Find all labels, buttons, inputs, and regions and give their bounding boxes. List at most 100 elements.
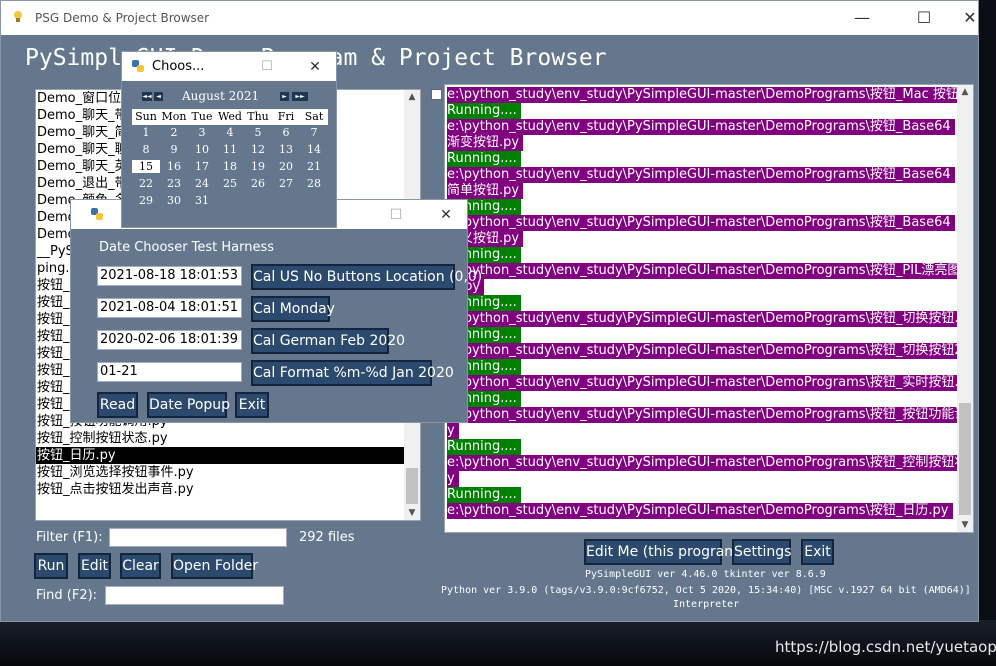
list-item[interactable]: 按钮_控制按钮状态.py — [36, 430, 420, 447]
calendar-day[interactable]: 13 — [272, 143, 300, 156]
calendar-day[interactable]: 19 — [244, 160, 272, 173]
output-scroll-down-icon[interactable]: ▼ — [957, 518, 973, 532]
path-line: 简单按钮.py — [447, 183, 524, 199]
calendar-day[interactable]: 27 — [272, 177, 300, 190]
calendar-day[interactable]: 12 — [244, 143, 272, 156]
close-icon[interactable]: ✕ — [949, 5, 991, 31]
calendar-day[interactable]: 2 — [160, 126, 188, 139]
window-title: PSG Demo & Project Browser — [35, 11, 210, 25]
path-line: e:\python_study\env_study\PySimpleGUI-ma… — [447, 375, 973, 391]
calendar-day[interactable]: 22 — [132, 177, 160, 190]
calendar-maximize-icon[interactable]: ☐ — [252, 54, 282, 80]
next-year-button[interactable]: ►► — [292, 92, 308, 101]
date-field-4[interactable]: 01-21 — [97, 362, 242, 382]
calendar-day[interactable]: 6 — [272, 126, 300, 139]
minimize-icon[interactable]: — — [841, 5, 883, 31]
settings-button[interactable]: Settings — [732, 539, 791, 565]
prev-month-button[interactable]: ◄ — [154, 92, 163, 101]
cal-german-button[interactable]: Cal German Feb 2020 — [251, 328, 405, 354]
edit-button[interactable]: Edit — [78, 553, 111, 579]
cal-format-button[interactable]: Cal Format %m-%d Jan 2020 — [251, 360, 454, 386]
list-item[interactable]: 按钮_日历.py — [36, 447, 420, 464]
path-line: e:\python_study\env_study\PySimpleGUI-ma… — [447, 407, 973, 423]
path-line: e:\python_study\env_study\PySimpleGUI-ma… — [447, 215, 955, 231]
exit-button[interactable]: Exit — [801, 539, 834, 565]
date-field-3[interactable]: 2020-02-06 18:01:39 — [97, 330, 242, 350]
calendar-titlebar: Choos... ☐ ✕ — [122, 52, 336, 81]
calendar-day[interactable]: 25 — [216, 177, 244, 190]
calendar-day[interactable]: 8 — [132, 143, 160, 156]
date-popup-button[interactable]: Date Popup — [147, 392, 230, 418]
calendar-day[interactable]: 26 — [244, 177, 272, 190]
calendar-day[interactable]: 24 — [188, 177, 216, 190]
next-month-button[interactable]: ► — [280, 92, 289, 101]
files-count: 292 files — [299, 530, 355, 545]
find-input[interactable] — [105, 586, 284, 605]
path-line: y — [447, 423, 459, 439]
read-button[interactable]: Read — [97, 392, 138, 418]
date-field-2[interactable]: 2021-08-04 18:01:51 — [97, 298, 242, 318]
calendar-close-icon[interactable]: ✕ — [298, 54, 332, 80]
calendar-day[interactable]: 1 — [132, 126, 160, 139]
calendar-day[interactable]: 7 — [300, 126, 328, 139]
calendar-day[interactable]: 9 — [160, 143, 188, 156]
find-label: Find (F2): — [36, 588, 98, 603]
calendar-day[interactable]: 3 — [188, 126, 216, 139]
version-line-2: Python ver 3.9.0 (tags/v3.9.0:9cf6752, O… — [441, 585, 971, 596]
running-line: Running.... — [447, 487, 521, 503]
path-line: e:\python_study\env_study\PySimpleGUI-ma… — [447, 119, 955, 135]
calendar-day[interactable]: 15 — [132, 160, 160, 173]
output-scroll-up-icon[interactable]: ▲ — [957, 85, 973, 99]
list-item[interactable]: 按钮_点击按钮发出声音.py — [36, 481, 420, 498]
calendar-day[interactable]: 20 — [272, 160, 300, 173]
dialog-heading: Date Chooser Test Harness — [99, 240, 275, 255]
calendar-day[interactable]: 16 — [160, 160, 188, 173]
calendar-day[interactable]: 18 — [216, 160, 244, 173]
scroll-down-icon[interactable]: ▼ — [404, 506, 420, 520]
scroll-thumb[interactable] — [406, 468, 418, 504]
calendar-popup: Choos... ☐ ✕ ◄◄ ◄ August 2021 ► ►► Sun Mo… — [121, 51, 337, 228]
day-names-row: Sun Mon Tue Wed Thu Fri Sat — [132, 109, 328, 125]
calendar-day[interactable]: 31 — [188, 194, 216, 207]
maximize-icon[interactable]: ☐ — [903, 5, 945, 31]
calendar-day[interactable]: 14 — [300, 143, 328, 156]
day-name: Mon — [161, 110, 187, 123]
clear-button[interactable]: Clear — [120, 553, 161, 579]
calendar-day[interactable]: 10 — [188, 143, 216, 156]
day-name: Sat — [304, 110, 324, 123]
list-item[interactable]: 按钮_浏览选择按钮事件.py — [36, 464, 420, 481]
run-button[interactable]: Run — [34, 553, 68, 579]
calendar-day[interactable]: 5 — [244, 126, 272, 139]
checkbox[interactable] — [431, 89, 442, 100]
output-pane[interactable]: e:\python_study\env_study\PySimpleGUI-ma… — [444, 84, 974, 533]
day-name: Wed — [218, 110, 242, 123]
path-line: e:\python_study\env_study\PySimpleGUI-ma… — [447, 167, 955, 183]
calendar-day[interactable]: 28 — [300, 177, 328, 190]
scroll-up-icon[interactable]: ▲ — [404, 90, 420, 104]
path-line: e:\python_study\env_study\PySimpleGUI-ma… — [447, 455, 973, 471]
python-icon — [91, 208, 103, 220]
filter-input[interactable] — [109, 528, 287, 547]
calendar-day[interactable]: 30 — [160, 194, 188, 207]
cal-monday-button[interactable]: Cal Monday — [251, 296, 335, 322]
calendar-day[interactable]: 23 — [160, 177, 188, 190]
edit-me-button[interactable]: Edit Me (this program) — [584, 539, 743, 565]
output-scroll-thumb[interactable] — [959, 403, 971, 515]
cal-us-button[interactable]: Cal US No Buttons Location (0,0) — [251, 264, 482, 290]
day-name: Tue — [191, 110, 213, 123]
dialog-maximize-icon[interactable]: ☐ — [377, 202, 415, 228]
open-folder-button[interactable]: Open Folder — [171, 553, 258, 579]
calendar-day[interactable]: 29 — [132, 194, 160, 207]
date-field-1[interactable]: 2021-08-18 18:01:53 — [97, 266, 242, 286]
version-line-1: PySimpleGUI ver 4.46.0 tkinter ver 8.6.9 — [585, 569, 826, 580]
dialog-close-icon[interactable]: ✕ — [427, 202, 465, 228]
calendar-day[interactable]: 17 — [188, 160, 216, 173]
prev-year-button[interactable]: ◄◄ — [142, 92, 152, 101]
calendar-day[interactable]: 4 — [216, 126, 244, 139]
dialog-exit-button[interactable]: Exit — [235, 392, 269, 418]
path-line: e:\python_study\env_study\PySimpleGUI-ma… — [447, 503, 953, 519]
output-scrollbar[interactable]: ▲ ▼ — [957, 85, 973, 532]
calendar-day[interactable]: 21 — [300, 160, 328, 173]
watermark: https://blog.csdn.net/yuetaope — [775, 638, 996, 656]
calendar-day[interactable]: 11 — [216, 143, 244, 156]
